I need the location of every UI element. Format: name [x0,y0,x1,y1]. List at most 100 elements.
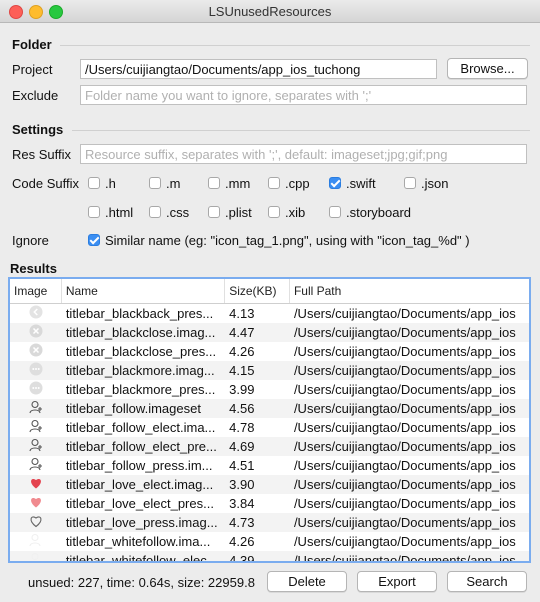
row-path: /Users/cuijiangtao/Documents/app_ios [293,458,516,473]
row-image-cell [10,381,62,398]
ignore-label: Ignore [12,233,49,248]
suffix-cpp-checkbox[interactable]: .cpp [268,175,310,191]
settings-divider [72,130,530,131]
column-header-image[interactable]: Image [10,279,62,303]
row-image-cell [10,305,62,322]
title-bar: LSUnusedResources [0,0,540,23]
res-suffix-field[interactable]: Resource suffix, separates with ';', def… [80,144,527,164]
row-name: titlebar_follow_press.im... [65,458,213,473]
white-user-icon [29,533,43,550]
settings-heading: Settings [12,122,64,137]
row-size: 4.13 [229,306,255,321]
row-name: titlebar_love_press.imag... [65,515,218,530]
table-row[interactable]: titlebar_blackclose_pres... 4.26/Users/cu… [10,342,529,361]
table-row[interactable]: titlebar_follow_elect.ima... 4.78/Users/c… [10,418,529,437]
heart-light-icon [29,495,43,512]
table-row[interactable]: titlebar_follow_press.im... 4.51/Users/cu… [10,456,529,475]
column-header-path[interactable]: Full Path [290,279,529,303]
row-path: /Users/cuijiangtao/Documents/app_ios [293,439,516,454]
row-image-cell [10,324,62,341]
checkbox-box[interactable] [88,234,100,246]
heart-filled-icon [29,476,43,493]
row-image-cell [10,495,62,512]
checkbox-box[interactable] [149,206,161,218]
suffix-xib-checkbox[interactable]: .xib [268,204,305,220]
checkbox-box[interactable] [208,177,220,189]
export-button[interactable]: Export [357,571,437,592]
column-header-name[interactable]: Name [62,279,226,303]
table-row[interactable]: titlebar_blackclose.imag... 4.47/Users/cu… [10,323,529,342]
row-name: titlebar_blackback_pres... [65,306,214,321]
results-table[interactable]: Image Name Size(KB) Full Path titlebar_b… [8,277,531,563]
suffix-storyboard-checkbox[interactable]: .storyboard [329,204,411,220]
more-circle-icon [29,362,43,379]
row-path: /Users/cuijiangtao/Documents/app_ios [293,553,516,563]
table-row[interactable]: titlebar_blackmore_pres... 3.99/Users/cui… [10,380,529,399]
suffix-swift-checkbox[interactable]: .swift [329,175,376,191]
row-path: /Users/cuijiangtao/Documents/app_ios [293,325,516,340]
row-name: titlebar_follow_elect.ima... [65,420,216,435]
row-name: titlebar_blackclose_pres... [65,344,217,359]
table-row[interactable]: titlebar_whitefollow.ima... 4.26/Users/cu… [10,532,529,551]
follow-user-icon [29,457,43,474]
table-row[interactable]: titlebar_follow.imageset 4.56/Users/cuiji… [10,399,529,418]
row-image-cell [10,343,62,360]
column-header-size[interactable]: Size(KB) [225,279,290,303]
table-body: titlebar_blackback_pres... 4.13/Users/cui… [10,304,529,563]
ignore-similar-checkbox[interactable]: Similar name (eg: "icon_tag_1.png", usin… [88,232,470,248]
row-image-cell [10,400,62,417]
table-row[interactable]: titlebar_love_elect_pres... 3.84/Users/cu… [10,494,529,513]
checkbox-box[interactable] [268,206,280,218]
row-path: /Users/cuijiangtao/Documents/app_ios [293,401,516,416]
row-name: titlebar_whitefollow_elec... [65,553,218,563]
ignore-similar-label: Similar name (eg: "icon_tag_1.png", usin… [105,232,470,248]
checkbox-box[interactable] [149,177,161,189]
suffix-mm-checkbox[interactable]: .mm [208,175,250,191]
table-row[interactable]: titlebar_blackback_pres... 4.13/Users/cui… [10,304,529,323]
checkbox-box[interactable] [88,177,100,189]
checkbox-box[interactable] [404,177,416,189]
exclude-field[interactable]: Folder name you want to ignore, separate… [80,85,527,105]
suffix-label: .swift [346,175,376,191]
suffix-h-checkbox[interactable]: .h [88,175,116,191]
suffix-html-checkbox[interactable]: .html [88,204,133,220]
row-size: 4.56 [229,401,255,416]
checkbox-box[interactable] [268,177,280,189]
row-path: /Users/cuijiangtao/Documents/app_ios [293,515,516,530]
row-image-cell [10,514,62,531]
table-row[interactable]: titlebar_love_elect.imag... 3.90/Users/cu… [10,475,529,494]
row-size: 4.39 [229,553,255,563]
search-button[interactable]: Search [447,571,527,592]
checkbox-box[interactable] [329,206,341,218]
suffix-m-checkbox[interactable]: .m [149,175,180,191]
row-path: /Users/cuijiangtao/Documents/app_ios [293,420,516,435]
folder-divider [60,45,530,46]
checkbox-box[interactable] [88,206,100,218]
table-row[interactable]: titlebar_love_press.imag... 4.73/Users/cu… [10,513,529,532]
table-row[interactable]: titlebar_whitefollow_elec... 4.39/Users/c… [10,551,529,563]
row-size: 4.78 [229,420,255,435]
status-text: unsued: 227, time: 0.64s, size: 22959.8 [28,575,255,590]
table-row[interactable]: titlebar_blackmore.imag... 4.15/Users/cui… [10,361,529,380]
res-suffix-label: Res Suffix [12,147,72,162]
code-suffix-label: Code Suffix [12,176,79,191]
browse-button[interactable]: Browse... [447,58,528,79]
row-name: titlebar_blackclose.imag... [65,325,216,340]
checkbox-box[interactable] [208,206,220,218]
white-user-icon [29,552,43,561]
suffix-json-checkbox[interactable]: .json [404,175,448,191]
delete-button[interactable]: Delete [267,571,347,592]
table-row[interactable]: titlebar_follow_elect_pre... 4.69/Users/c… [10,437,529,456]
row-name: titlebar_blackmore.imag... [65,363,215,378]
row-name: titlebar_love_elect_pres... [65,496,214,511]
row-size: 4.26 [229,534,255,549]
project-path-field[interactable]: /Users/cuijiangtao/Documents/app_ios_tuc… [80,59,437,79]
close-circle-icon [29,324,43,341]
suffix-plist-checkbox[interactable]: .plist [208,204,252,220]
row-size: 4.73 [229,515,255,530]
row-size: 4.69 [229,439,255,454]
suffix-label: .json [421,175,449,191]
row-image-cell [10,533,62,550]
checkbox-box[interactable] [329,177,341,189]
suffix-css-checkbox[interactable]: .css [149,204,189,220]
